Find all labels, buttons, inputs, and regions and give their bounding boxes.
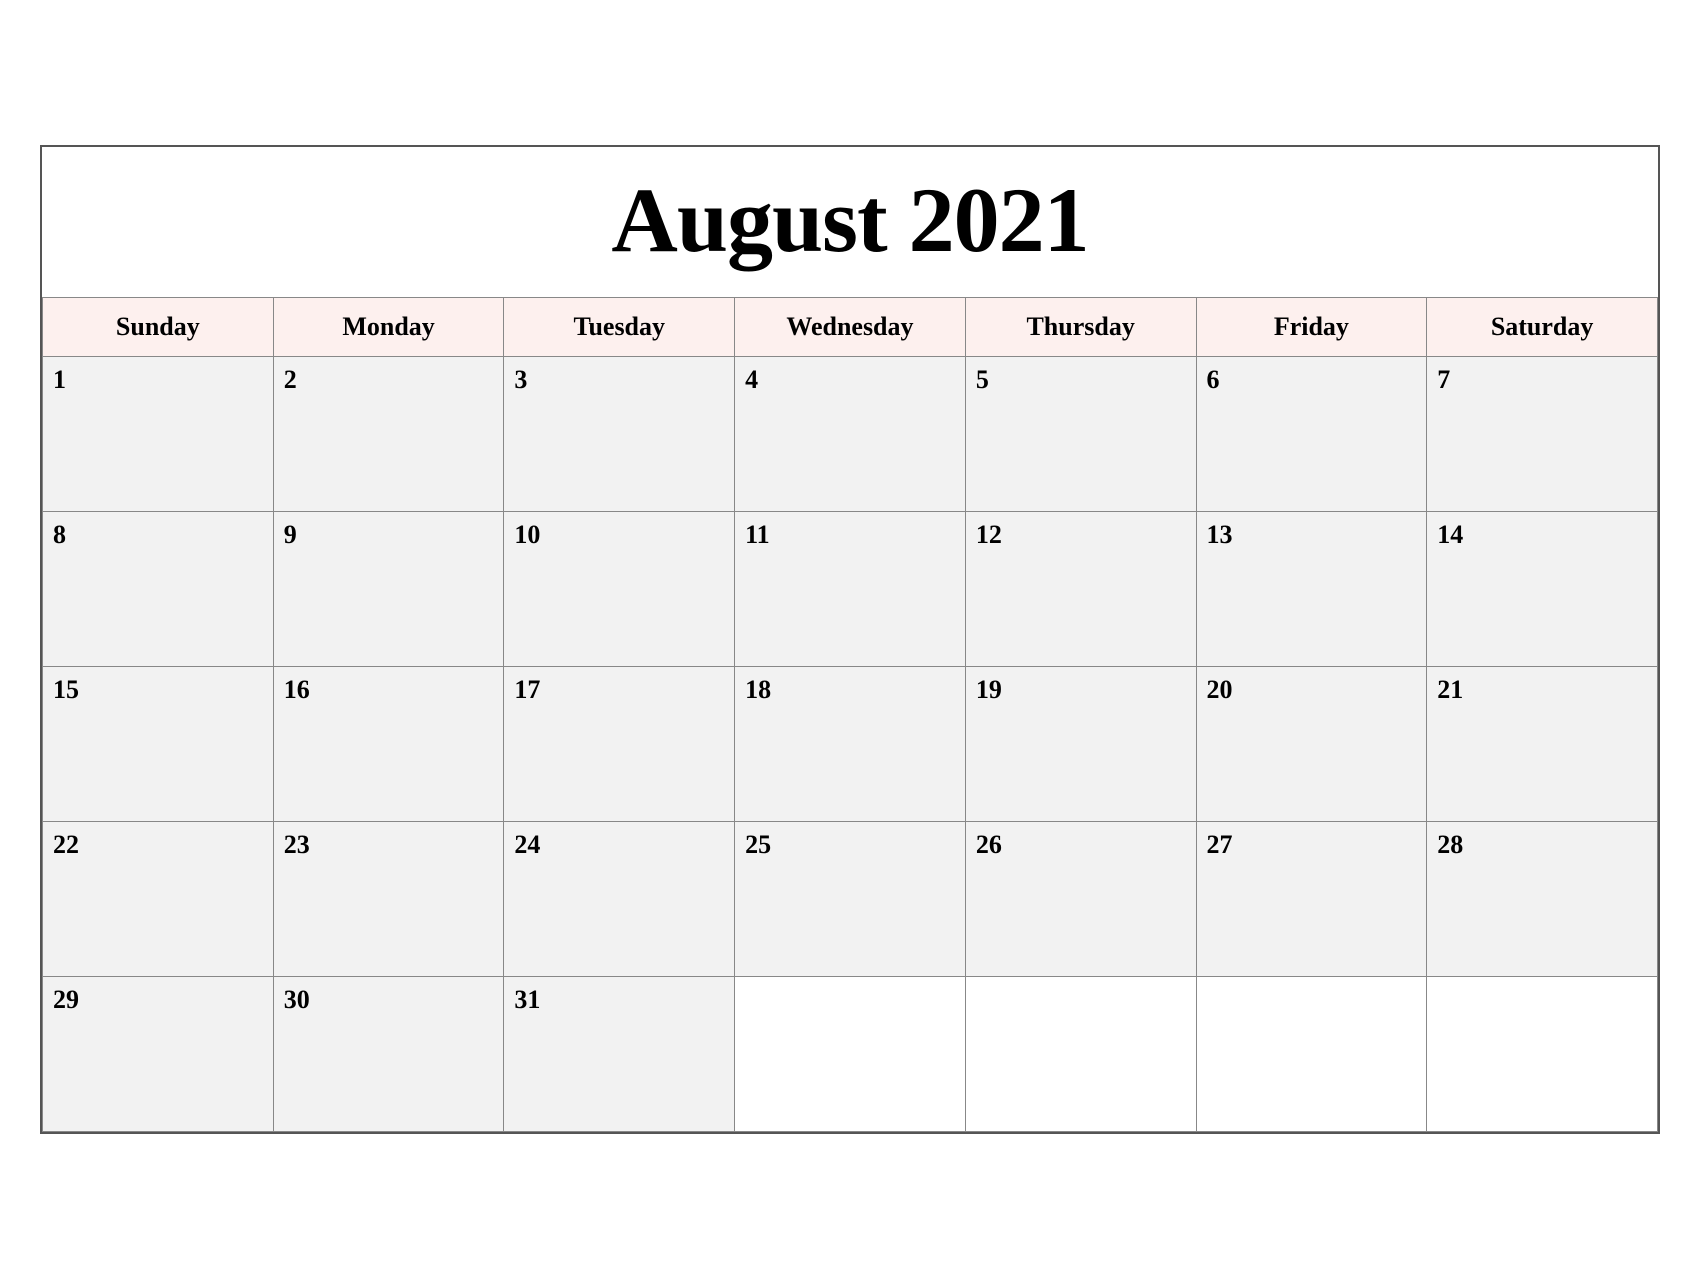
day-number: 11 [745,520,955,550]
day-number: 25 [745,830,955,860]
day-number: 3 [514,365,724,395]
calendar-container: August 2021 SundayMondayTuesdayWednesday… [40,145,1660,1134]
day-cell[interactable]: 24 [504,821,735,976]
day-number: 12 [976,520,1186,550]
day-cell[interactable]: 13 [1196,511,1427,666]
day-cell[interactable]: 1 [43,356,274,511]
day-cell[interactable]: 28 [1427,821,1658,976]
header-saturday: Saturday [1427,297,1658,356]
day-number: 20 [1207,675,1417,705]
day-cell[interactable]: 3 [504,356,735,511]
day-number: 5 [976,365,1186,395]
day-number: 24 [514,830,724,860]
day-cell[interactable]: 11 [735,511,966,666]
day-cell[interactable]: 31 [504,976,735,1131]
day-number: 1 [53,365,263,395]
header-tuesday: Tuesday [504,297,735,356]
day-number: 18 [745,675,955,705]
day-cell[interactable]: 23 [273,821,504,976]
day-cell[interactable]: 4 [735,356,966,511]
day-cell[interactable]: 5 [965,356,1196,511]
day-cell[interactable]: 8 [43,511,274,666]
week-row-4: 22 23 24 25 26 27 28 [43,821,1658,976]
day-cell[interactable]: 27 [1196,821,1427,976]
day-cell[interactable]: 29 [43,976,274,1131]
header-wednesday: Wednesday [735,297,966,356]
week-row-5: 29 30 31 [43,976,1658,1131]
calendar-title: August 2021 [42,147,1658,297]
day-cell[interactable]: 12 [965,511,1196,666]
day-cell[interactable] [1427,976,1658,1131]
day-number: 19 [976,675,1186,705]
day-cell[interactable]: 18 [735,666,966,821]
day-cell[interactable]: 16 [273,666,504,821]
day-number: 13 [1207,520,1417,550]
day-number: 23 [284,830,494,860]
day-cell[interactable]: 30 [273,976,504,1131]
day-cell[interactable]: 26 [965,821,1196,976]
week-row-1: 1234567 [43,356,1658,511]
day-number: 9 [284,520,494,550]
day-cell[interactable]: 7 [1427,356,1658,511]
header-sunday: Sunday [43,297,274,356]
calendar-grid: SundayMondayTuesdayWednesdayThursdayFrid… [42,297,1658,1132]
day-number: 29 [53,985,263,1015]
day-number: 4 [745,365,955,395]
day-number: 27 [1207,830,1417,860]
day-number: 17 [514,675,724,705]
day-cell[interactable]: 14 [1427,511,1658,666]
day-number: 14 [1437,520,1647,550]
day-cell[interactable]: 20 [1196,666,1427,821]
day-cell[interactable]: 10 [504,511,735,666]
week-row-2: 89 10 11 12 13 14 [43,511,1658,666]
day-number: 22 [53,830,263,860]
day-cell[interactable]: 22 [43,821,274,976]
day-cell[interactable] [735,976,966,1131]
day-cell[interactable]: 15 [43,666,274,821]
day-cell[interactable]: 21 [1427,666,1658,821]
day-cell[interactable]: 25 [735,821,966,976]
day-cell[interactable]: 6 [1196,356,1427,511]
day-cell[interactable]: 9 [273,511,504,666]
header-monday: Monday [273,297,504,356]
day-number: 6 [1207,365,1417,395]
day-number: 16 [284,675,494,705]
day-number: 8 [53,520,263,550]
day-number: 7 [1437,365,1647,395]
day-number: 10 [514,520,724,550]
day-cell[interactable] [965,976,1196,1131]
day-cell[interactable] [1196,976,1427,1131]
header-friday: Friday [1196,297,1427,356]
day-cell[interactable]: 19 [965,666,1196,821]
day-number: 28 [1437,830,1647,860]
day-number: 30 [284,985,494,1015]
day-number: 26 [976,830,1186,860]
day-number: 31 [514,985,724,1015]
day-number: 2 [284,365,494,395]
header-thursday: Thursday [965,297,1196,356]
day-number: 15 [53,675,263,705]
week-row-3: 15 16 17 18 19 20 21 [43,666,1658,821]
header-row: SundayMondayTuesdayWednesdayThursdayFrid… [43,297,1658,356]
day-cell[interactable]: 2 [273,356,504,511]
day-cell[interactable]: 17 [504,666,735,821]
day-number: 21 [1437,675,1647,705]
